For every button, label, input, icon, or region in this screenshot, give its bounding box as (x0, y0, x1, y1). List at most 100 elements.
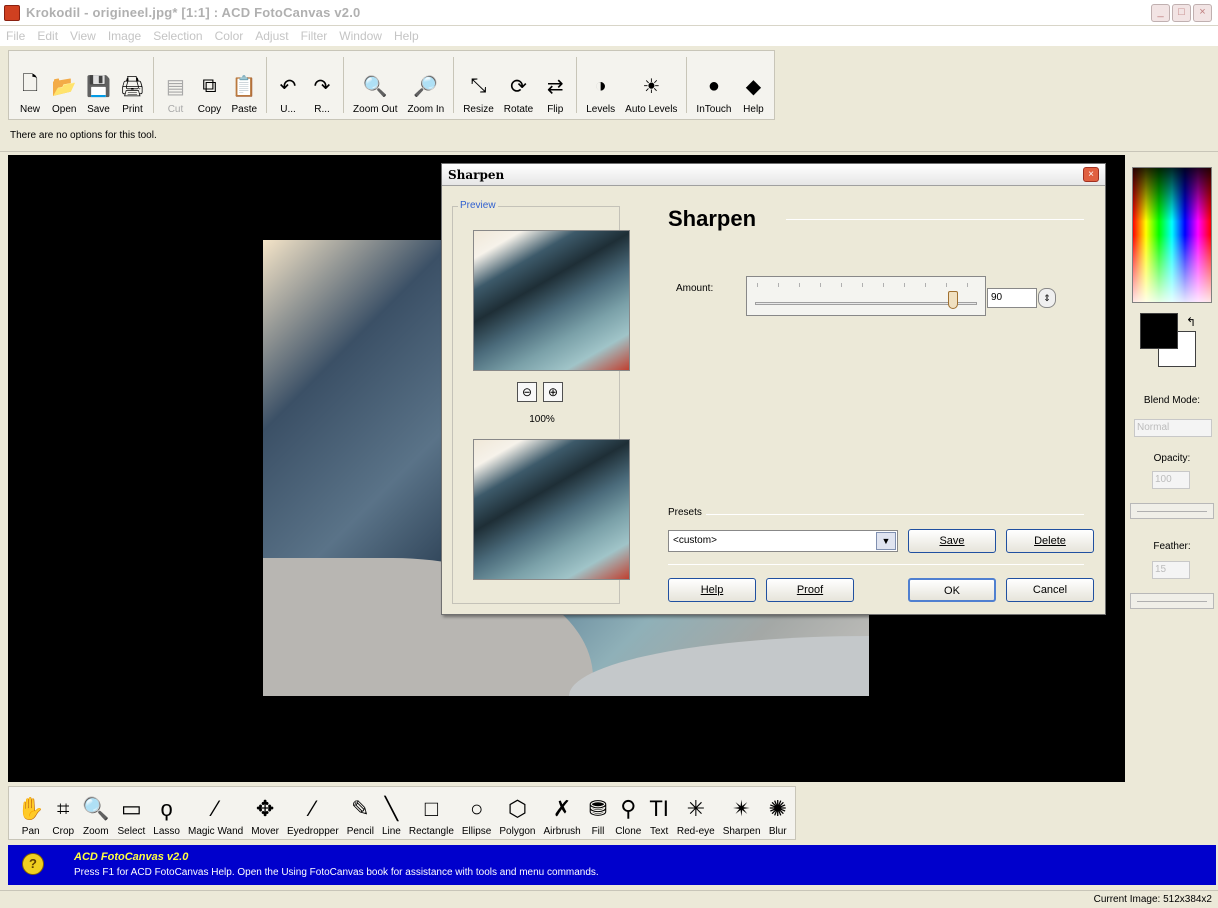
presets-select[interactable]: <custom> (668, 530, 898, 552)
preview-original-image[interactable] (473, 230, 630, 371)
feather-slider[interactable] (1130, 593, 1214, 609)
toolbar-paste-button[interactable]: 📋 Paste (226, 55, 262, 116)
minimize-button[interactable]: _ (1151, 4, 1170, 22)
toolbar-print-button[interactable]: 🖨 Print (115, 55, 149, 116)
toolbar-cut-button[interactable]: ▤ Cut (158, 55, 192, 116)
swap-colors-icon[interactable]: ↰ (1186, 315, 1196, 329)
toolbar-resize-button[interactable]: ⤡ Resize (458, 55, 499, 116)
tool-polygon[interactable]: ⬡ Polygon (495, 789, 539, 837)
amount-value-field[interactable]: 90 (987, 288, 1037, 308)
toolbar-auto-levels-button[interactable]: ☀ Auto Levels (620, 55, 682, 116)
tool-label: Crop (52, 826, 75, 837)
help-icon: ◆ (745, 75, 762, 98)
toolbar-rotate-button[interactable]: ⟳ Rotate (499, 55, 538, 116)
dialog-title-bar[interactable]: Sharpen × (442, 164, 1105, 186)
tool-crop[interactable]: ⌗ Crop (48, 789, 78, 837)
toolbar-button-label: Paste (231, 104, 258, 115)
toolbar-divider (0, 151, 1218, 152)
save-preset-button[interactable]: Save (908, 529, 996, 553)
amount-spin-icon[interactable]: ⇕ (1038, 288, 1056, 308)
menu-color[interactable]: Color (215, 29, 244, 43)
tool-mover[interactable]: ✥ Mover (247, 789, 283, 837)
foreground-color-swatch[interactable] (1140, 313, 1178, 349)
toolbar-zoom-in-button[interactable]: 🔎 Zoom In (403, 55, 450, 116)
toolbar-flip-button[interactable]: ⇄ Flip (538, 55, 572, 116)
menu-filter[interactable]: Filter (301, 29, 328, 43)
preview-zoom-controls: ⊖ ⊕ (517, 382, 563, 402)
opacity-spinner[interactable]: 100 (1152, 471, 1190, 489)
maximize-button[interactable]: □ (1172, 4, 1191, 22)
toolbar-open-button[interactable]: 📂 Open (47, 55, 81, 116)
menu-edit[interactable]: Edit (37, 29, 58, 43)
title-bar: Krokodil - origineel.jpg* [1:1] : ACD Fo… (0, 0, 1218, 26)
cancel-button[interactable]: Cancel (1006, 578, 1094, 602)
feather-spinner[interactable]: 15 (1152, 561, 1190, 579)
toolbar-help-button[interactable]: ◆ Help (736, 55, 770, 116)
help-text: Press F1 for ACD FotoCanvas Help. Open t… (74, 867, 599, 878)
preview-zoom-out-button[interactable]: ⊖ (517, 382, 537, 402)
amount-slider[interactable] (746, 276, 986, 316)
tool-label: Zoom (83, 826, 109, 837)
new-file-icon: 🗋 (21, 73, 39, 95)
toolbar-button-label: R... (314, 104, 330, 115)
tool-rectangle[interactable]: □ Rectangle (405, 789, 458, 837)
help-button[interactable]: Help (668, 578, 756, 602)
menu-help[interactable]: Help (394, 29, 419, 43)
blend-mode-select[interactable]: Normal (1134, 419, 1212, 437)
menu-adjust[interactable]: Adjust (255, 29, 288, 43)
toolbar-copy-button[interactable]: ⧉ Copy (192, 55, 226, 116)
tool-blur[interactable]: ✺ Blur (765, 789, 791, 837)
tool-line[interactable]: ╲ Line (378, 789, 405, 837)
toolbar-new-button[interactable]: 🗋 New (13, 55, 47, 115)
tool-clone[interactable]: ⚲ Clone (611, 789, 645, 837)
proof-button[interactable]: Proof (766, 578, 854, 602)
toolbar-save-button[interactable]: 💾 Save (81, 55, 115, 116)
menu-selection[interactable]: Selection (153, 29, 202, 43)
menu-image[interactable]: Image (108, 29, 141, 43)
menu-file[interactable]: File (6, 29, 25, 43)
toolbar-intouch-button[interactable]: ● InTouch (691, 55, 736, 116)
menu-window[interactable]: Window (339, 29, 382, 43)
tool-sharpen[interactable]: ✴ Sharpen (719, 789, 765, 837)
tool-lasso[interactable]: ϙ Lasso (149, 789, 184, 837)
opacity-slider[interactable] (1130, 503, 1214, 519)
preview-zoom-in-button[interactable]: ⊕ (543, 382, 563, 402)
tool-select[interactable]: ▭ Select (114, 789, 150, 837)
hand-pan-icon: ✋ (17, 796, 45, 821)
tool-zoom[interactable]: 🔍 Zoom (78, 789, 113, 837)
delete-preset-button[interactable]: Delete (1006, 529, 1094, 553)
menu-view[interactable]: View (70, 29, 96, 43)
close-icon[interactable]: × (1083, 167, 1099, 182)
app-icon (4, 5, 20, 21)
tool-fill[interactable]: ⛃ Fill (585, 789, 611, 837)
slider-thumb[interactable] (947, 291, 958, 309)
status-bar: Current Image: 512x384x2 (0, 890, 1218, 908)
tool-pencil[interactable]: ✎ Pencil (343, 789, 378, 837)
dialog-heading: Sharpen (668, 206, 757, 231)
toolbar-separator (686, 57, 688, 113)
tool-label: Pencil (346, 826, 374, 837)
close-window-button[interactable]: × (1193, 4, 1212, 22)
tool-red-eye[interactable]: ✳ Red-eye (673, 789, 719, 837)
tool-ellipse[interactable]: ○ Ellipse (458, 789, 495, 837)
toolbar-zoom-out-button[interactable]: 🔍 Zoom Out (348, 55, 402, 116)
toolbar-u-button[interactable]: ↶ U... (271, 55, 305, 116)
paste-icon: 📋 (231, 75, 257, 98)
toolbar-r-button[interactable]: ↷ R... (305, 55, 339, 116)
ok-button[interactable]: OK (908, 578, 996, 602)
tool-eyedropper[interactable]: ⁄ Eyedropper (283, 789, 343, 837)
tool-pan[interactable]: ✋ Pan (13, 789, 48, 837)
chevron-down-icon[interactable]: ▼ (876, 532, 896, 550)
toolbar-button-label: Flip (547, 104, 564, 115)
toolbar-button-label: InTouch (696, 104, 732, 115)
presets-label: Presets (668, 507, 702, 518)
tool-airbrush[interactable]: ✗ Airbrush (540, 789, 585, 837)
preview-result-image[interactable] (473, 439, 630, 580)
tool-magic-wand[interactable]: ⁄ Magic Wand (184, 789, 247, 837)
color-picker-spectrum[interactable] (1132, 167, 1212, 303)
tool-label: Rectangle (408, 826, 454, 837)
toolbar-button-label: Copy (197, 104, 222, 115)
tool-text[interactable]: TI Text (645, 789, 673, 837)
toolbar-levels-button[interactable]: ◑ Levels (581, 55, 620, 116)
tool-label: Mover (251, 826, 279, 837)
